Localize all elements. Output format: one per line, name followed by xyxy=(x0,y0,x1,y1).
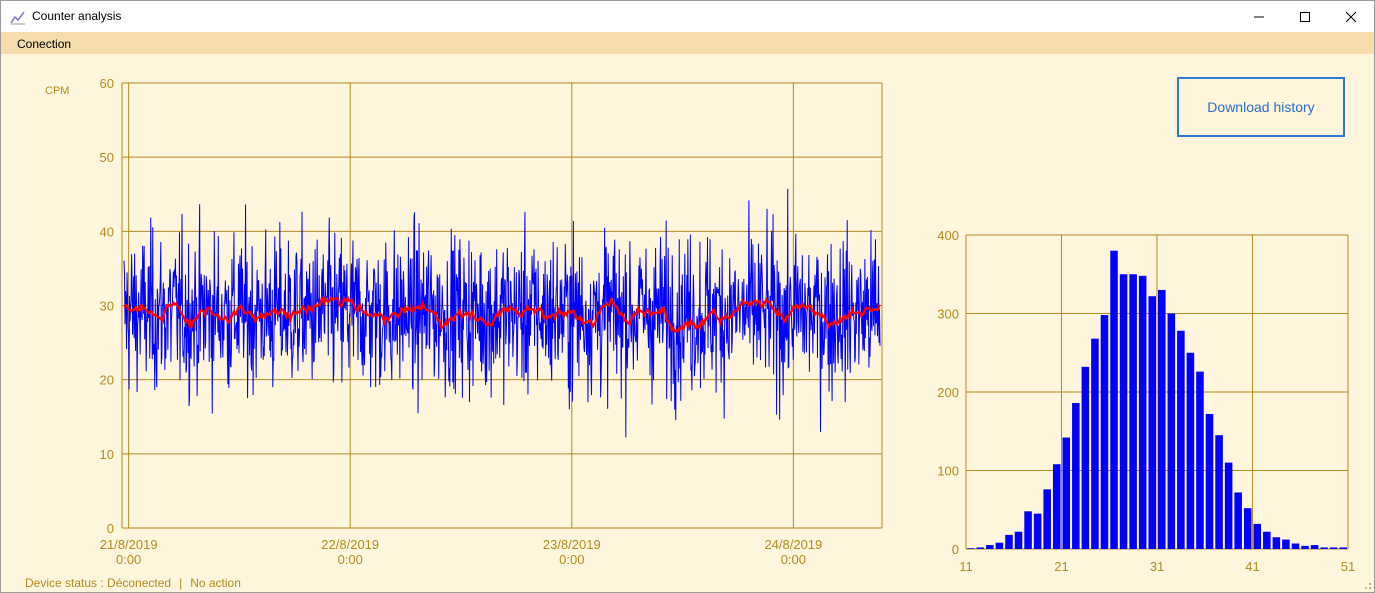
histogram-bar xyxy=(1320,547,1328,549)
menu-item-conection[interactable]: Conection xyxy=(17,37,71,51)
hist-x-tick-label: 21 xyxy=(1054,559,1068,574)
histogram-bar xyxy=(1243,508,1252,549)
hist-y-tick-label: 0 xyxy=(952,542,959,557)
histogram-bar xyxy=(1129,274,1137,549)
hist-y-tick-label: 100 xyxy=(937,464,959,479)
histogram-bar xyxy=(1081,366,1090,549)
histogram-bar xyxy=(1119,274,1128,549)
histogram-bar xyxy=(1310,545,1319,549)
histogram-bar xyxy=(1205,413,1214,549)
close-icon xyxy=(1345,11,1357,22)
y-tick-label: 10 xyxy=(100,447,114,462)
x-tick-time: 0:00 xyxy=(116,552,141,567)
histogram-bar xyxy=(1052,464,1061,549)
hist-y-tick-label: 400 xyxy=(937,228,959,243)
hist-y-tick-label: 200 xyxy=(937,385,959,400)
hist-x-tick-label: 31 xyxy=(1150,559,1164,574)
download-history-button[interactable]: Download history xyxy=(1177,77,1345,137)
title-bar[interactable]: Counter analysis xyxy=(1,1,1374,32)
y-tick-label: 20 xyxy=(100,373,114,388)
histogram-bar xyxy=(1253,523,1262,549)
hist-x-tick-label: 41 xyxy=(1245,559,1259,574)
histogram-bar xyxy=(976,547,985,549)
x-tick-date: 22/8/2019 xyxy=(321,537,379,552)
hist-x-tick-label: 11 xyxy=(959,559,973,574)
histogram-bar xyxy=(1014,531,1023,549)
histogram-bar xyxy=(1033,513,1042,549)
cpm-time-chart: 010203040506021/8/20190:0022/8/20190:002… xyxy=(45,76,883,567)
menu-bar: Conection xyxy=(1,32,1374,54)
window-title: Counter analysis xyxy=(32,9,122,23)
hist-y-tick-label: 300 xyxy=(937,307,959,322)
histogram-bar xyxy=(1282,539,1290,549)
minimize-icon xyxy=(1254,16,1264,17)
histogram-bar xyxy=(1043,489,1051,549)
histogram-bar xyxy=(1339,547,1347,549)
cpm-histogram-chart: 0 100 200 300 400 11 21 31 41 51 xyxy=(937,228,1355,574)
histogram-bar xyxy=(1024,511,1032,549)
histogram-bar xyxy=(1291,543,1300,549)
maximize-icon xyxy=(1300,11,1310,22)
histogram-bar xyxy=(1215,435,1223,549)
histogram-bar xyxy=(1158,289,1166,549)
app-window: Counter analysis Conection 0 10 20 30 40 50 60… xyxy=(0,0,1375,593)
device-status-text: Device status : Déconected xyxy=(25,576,172,590)
x-tick-date: 21/8/2019 xyxy=(100,537,158,552)
histogram-bar xyxy=(967,548,975,549)
histogram-bar xyxy=(1329,547,1338,549)
histogram-bar xyxy=(1234,492,1242,549)
histogram-bar xyxy=(1196,371,1204,549)
histogram-bar xyxy=(1091,338,1099,549)
histogram-bar xyxy=(1148,296,1156,549)
histogram-bar xyxy=(1110,250,1118,549)
histogram-bar xyxy=(1062,437,1071,549)
y-tick-label: 50 xyxy=(100,150,114,165)
status-bar: Device status : Déconected | No action xyxy=(25,576,241,590)
y-tick-label: 60 xyxy=(100,76,114,91)
histogram-bar xyxy=(1005,534,1013,549)
histogram-bar xyxy=(1072,402,1080,549)
histogram-bar xyxy=(1224,462,1233,549)
hist-x-tick-label: 51 xyxy=(1341,559,1355,574)
chart-app-icon xyxy=(10,11,25,25)
y-tick-label: 40 xyxy=(100,224,114,239)
action-status-text: No action xyxy=(190,576,241,590)
histogram-bar xyxy=(1186,352,1195,549)
histogram-bar xyxy=(1100,315,1109,549)
maximize-button[interactable] xyxy=(1282,1,1328,32)
close-button[interactable] xyxy=(1328,1,1374,32)
histogram-bar xyxy=(1138,275,1147,549)
minimize-button[interactable] xyxy=(1236,1,1282,32)
x-tick-time: 0:00 xyxy=(559,552,584,567)
resize-grip-icon[interactable] xyxy=(1360,578,1372,590)
status-separator: | xyxy=(179,576,183,590)
histogram-bar xyxy=(1301,545,1309,549)
histogram-bar xyxy=(1272,537,1281,549)
y-axis-label: CPM xyxy=(45,85,69,97)
x-tick-date: 23/8/2019 xyxy=(543,537,601,552)
histogram-bar xyxy=(995,542,1004,549)
histogram-bar xyxy=(1167,313,1176,549)
x-tick-time: 0:00 xyxy=(338,552,363,567)
y-tick-label: 0 xyxy=(107,521,114,536)
histogram-bar xyxy=(1263,531,1271,549)
histogram-bar xyxy=(986,545,994,549)
y-tick-label: 30 xyxy=(100,299,114,314)
x-tick-time: 0:00 xyxy=(781,552,806,567)
histogram-bar xyxy=(1177,330,1185,549)
x-tick-date: 24/8/2019 xyxy=(764,537,822,552)
